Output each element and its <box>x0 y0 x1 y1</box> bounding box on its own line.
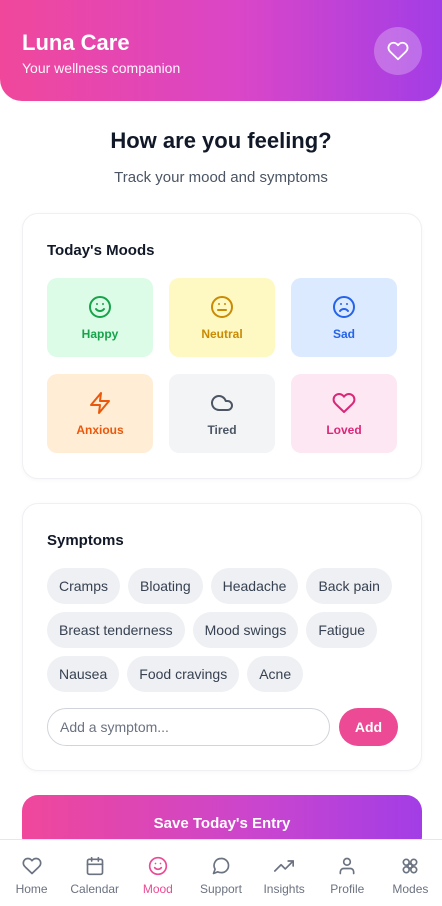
chat-bubble-icon <box>212 857 230 875</box>
heart-icon <box>22 857 42 875</box>
symptom-chips: Cramps Bloating Headache Back pain Breas… <box>47 568 407 692</box>
symptom-chip[interactable]: Mood swings <box>192 612 299 648</box>
lightning-icon <box>90 391 110 414</box>
mood-anxious-button[interactable]: Anxious <box>47 374 153 453</box>
flower-icon <box>402 858 418 874</box>
symptom-chip[interactable]: Bloating <box>128 568 203 604</box>
nav-home[interactable]: Home <box>0 840 63 906</box>
mood-tired-button[interactable]: Tired <box>169 374 275 453</box>
symptom-chip[interactable]: Cramps <box>47 568 121 604</box>
add-symptom-input[interactable] <box>47 708 330 746</box>
mood-neutral-button[interactable]: Neutral <box>169 278 275 357</box>
app-subtitle: Your wellness companion <box>22 60 181 76</box>
page-title: How are you feeling? <box>110 128 332 153</box>
bottom-nav: Home Calendar Mood Support Insights Prof… <box>0 839 442 906</box>
symptom-chip[interactable]: Breast tenderness <box>47 612 185 648</box>
nav-profile[interactable]: Profile <box>316 840 379 906</box>
moods-title: Today's Moods <box>47 242 155 259</box>
heart-icon <box>387 41 409 61</box>
smile-icon <box>148 856 168 876</box>
symptom-chip[interactable]: Food cravings <box>127 656 240 692</box>
nav-label: Mood <box>142 882 173 896</box>
trending-up-icon <box>274 860 295 872</box>
user-icon <box>339 857 355 875</box>
mood-sad-button[interactable]: Sad <box>291 278 397 357</box>
nav-support[interactable]: Support <box>189 840 252 906</box>
sad-face-icon <box>333 295 355 318</box>
mood-happy-button[interactable]: Happy <box>47 278 153 357</box>
nav-label: Insights <box>263 882 305 896</box>
symptom-chip[interactable]: Headache <box>210 568 299 604</box>
mood-label: Neutral <box>201 326 243 341</box>
mood-label: Loved <box>326 422 362 437</box>
mood-label: Anxious <box>76 422 124 437</box>
symptom-chip[interactable]: Fatigue <box>306 612 378 648</box>
app-header: Luna Care Your wellness companion <box>0 0 442 101</box>
calendar-icon <box>86 856 104 876</box>
symptoms-card: Symptoms Cramps Bloating Headache Back p… <box>22 503 422 771</box>
mood-loved-button[interactable]: Loved <box>291 374 397 453</box>
app-title: Luna Care <box>22 30 130 55</box>
smile-icon <box>89 295 111 318</box>
nav-label: Calendar <box>70 882 120 896</box>
nav-calendar[interactable]: Calendar <box>63 840 126 906</box>
symptom-chip[interactable]: Nausea <box>47 656 120 692</box>
nav-label: Home <box>15 882 48 896</box>
nav-label: Modes <box>392 882 429 896</box>
symptom-chip[interactable]: Back pain <box>306 568 392 604</box>
nav-modes[interactable]: Modes <box>379 840 442 906</box>
nav-mood[interactable]: Mood <box>126 840 189 906</box>
moods-card: Today's Moods Happy Neutral Sad Anxious … <box>22 213 422 479</box>
heart-icon <box>332 392 356 413</box>
nav-label: Profile <box>330 882 365 896</box>
page-subtitle: Track your mood and symptoms <box>114 169 328 186</box>
neutral-face-icon <box>211 295 233 318</box>
symptoms-title: Symptoms <box>47 532 124 549</box>
favorite-button[interactable] <box>374 27 422 75</box>
mood-grid: Happy Neutral Sad Anxious Tired Loved <box>47 278 398 453</box>
mood-label: Tired <box>207 422 237 437</box>
mood-label: Happy <box>81 326 119 341</box>
add-symptom-button[interactable]: Add <box>339 708 398 746</box>
mood-label: Sad <box>332 326 355 341</box>
nav-label: Support <box>199 882 242 896</box>
nav-insights[interactable]: Insights <box>253 840 316 906</box>
symptom-chip[interactable]: Acne <box>247 656 304 692</box>
cloud-icon <box>211 394 233 411</box>
